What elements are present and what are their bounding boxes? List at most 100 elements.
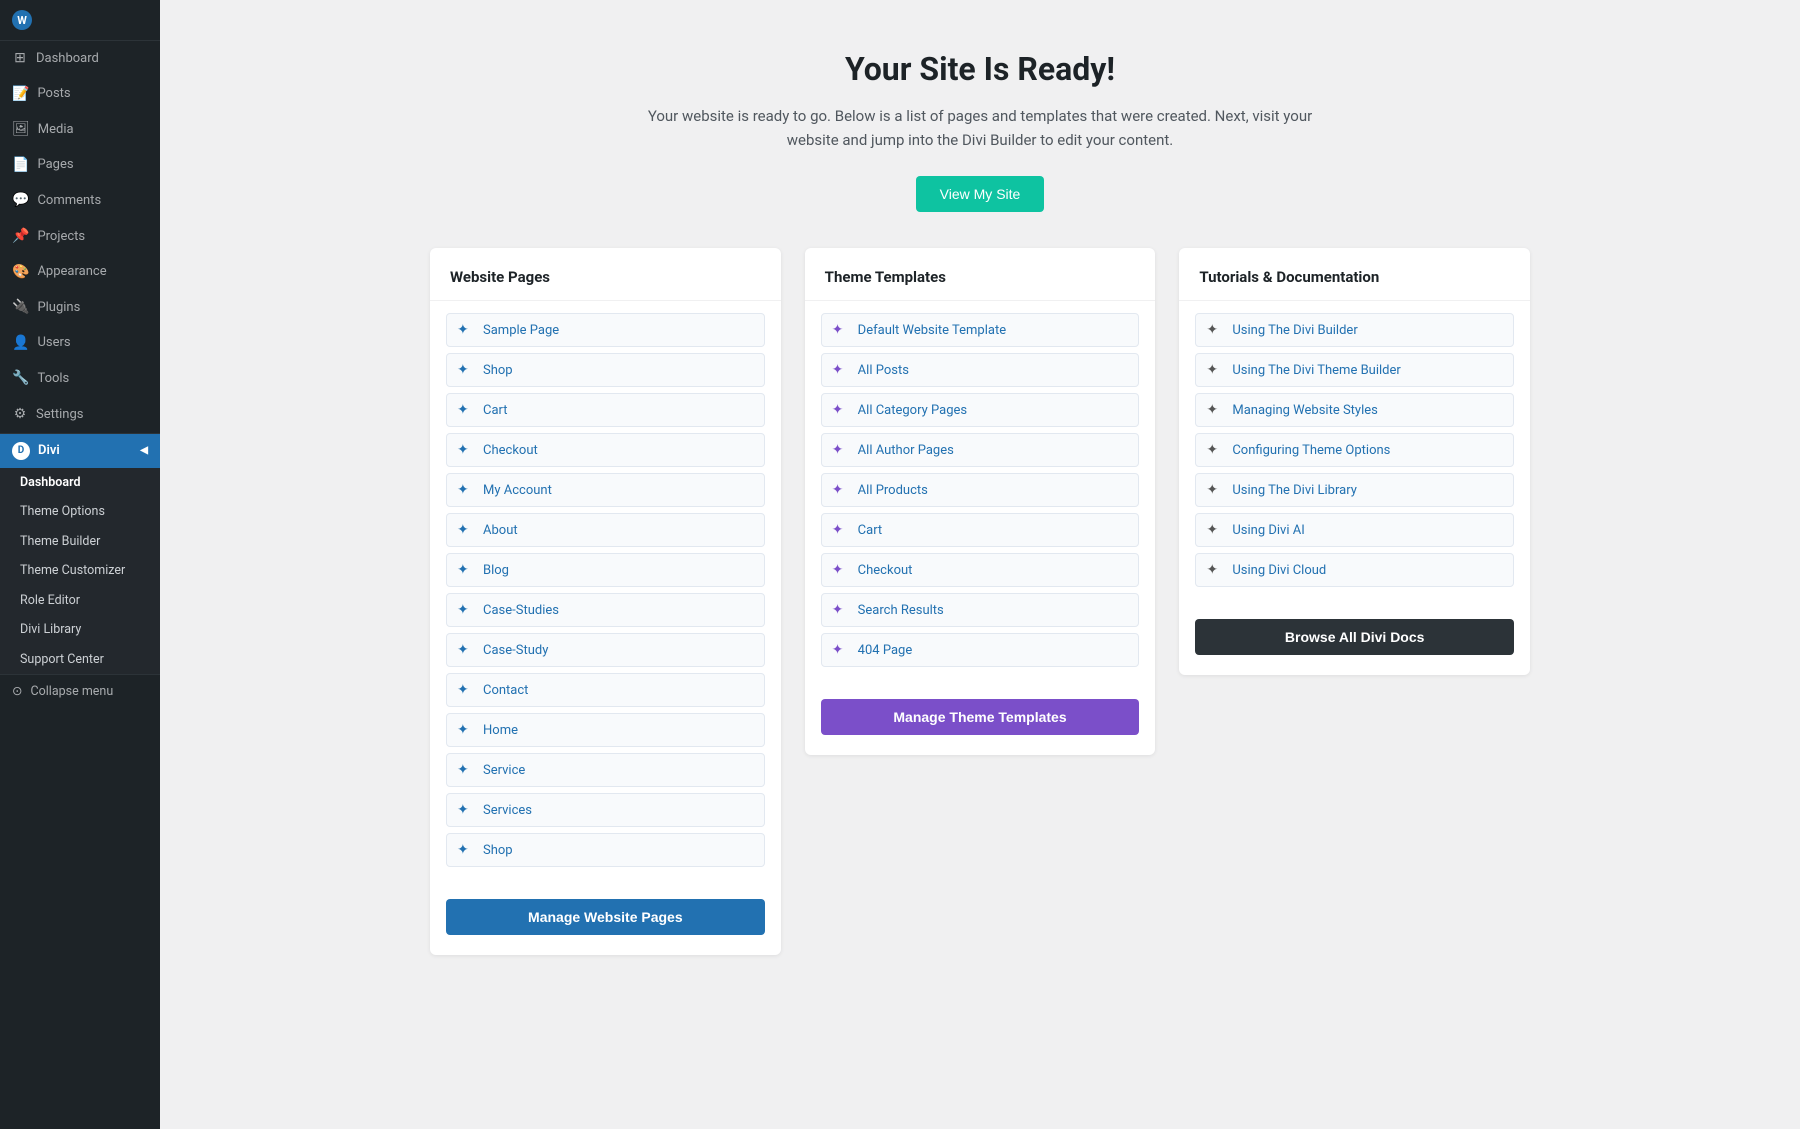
divi-sub-label-theme-customizer: Theme Customizer: [20, 562, 125, 580]
users-icon: 👤: [12, 334, 29, 354]
list-item[interactable]: ✦ Default Website Template: [821, 313, 1140, 347]
column-list-website-pages: ✦Sample Page✦Shop✦Cart✦Checkout✦My Accou…: [430, 301, 781, 885]
list-item-label: All Author Pages: [858, 443, 954, 458]
list-item[interactable]: ✦Sample Page: [446, 313, 765, 347]
sidebar-item-plugins[interactable]: 🔌Plugins: [0, 290, 160, 326]
list-item[interactable]: ✦404 Page: [821, 633, 1140, 667]
manage-btn-theme-templates[interactable]: Manage Theme Templates: [821, 699, 1140, 735]
sidebar-item-comments[interactable]: 💬Comments: [0, 183, 160, 219]
columns-container: Website Pages✦Sample Page✦Shop✦Cart✦Chec…: [430, 248, 1530, 955]
divi-sub-item-divi-library[interactable]: Divi Library: [0, 615, 160, 645]
list-item[interactable]: ✦Cart: [446, 393, 765, 427]
sidebar-logo[interactable]: W: [0, 0, 160, 41]
sidebar-item-appearance[interactable]: 🎨Appearance: [0, 255, 160, 291]
list-item-label: Service: [483, 763, 525, 778]
list-item[interactable]: ✦All Category Pages: [821, 393, 1140, 427]
divi-sub-item-dashboard[interactable]: Dashboard: [0, 468, 160, 498]
sidebar-label-plugins: Plugins: [37, 299, 80, 317]
list-item[interactable]: ✦Using The Divi Builder: [1195, 313, 1514, 347]
list-item[interactable]: ✦Shop: [446, 353, 765, 387]
sidebar-item-users[interactable]: 👤Users: [0, 326, 160, 362]
list-item[interactable]: ✦Home: [446, 713, 765, 747]
list-item-label: Using The Divi Builder: [1232, 323, 1357, 338]
list-item[interactable]: ✦All Products: [821, 473, 1140, 507]
sidebar-nav: ⊞Dashboard📝Posts🖼Media📄Pages💬Comments📌Pr…: [0, 41, 160, 1129]
list-item[interactable]: ✦Using The Divi Theme Builder: [1195, 353, 1514, 387]
list-item[interactable]: ✦Search Results: [821, 593, 1140, 627]
divi-sub-item-role-editor[interactable]: Role Editor: [0, 586, 160, 616]
list-item-icon: ✦: [832, 562, 848, 578]
sidebar-item-media[interactable]: 🖼Media: [0, 112, 160, 148]
column-theme-templates: Theme Templates✦Default Website Template…: [805, 248, 1156, 755]
list-item-icon: ✦: [457, 642, 473, 658]
manage-btn-tutorials-docs[interactable]: Browse All Divi Docs: [1195, 619, 1514, 655]
list-item-icon: ✦: [457, 562, 473, 578]
sidebar-item-posts[interactable]: 📝Posts: [0, 77, 160, 113]
appearance-icon: 🎨: [12, 263, 29, 283]
list-item-icon: ✦: [1206, 402, 1222, 418]
divi-sub-item-theme-options[interactable]: Theme Options: [0, 497, 160, 527]
divi-sub-item-theme-builder[interactable]: Theme Builder: [0, 527, 160, 557]
list-item[interactable]: ✦All Posts: [821, 353, 1140, 387]
list-item[interactable]: ✦Checkout: [821, 553, 1140, 587]
list-item[interactable]: ✦Checkout: [446, 433, 765, 467]
list-item-label: Shop: [483, 363, 513, 378]
list-item-icon: ✦: [457, 722, 473, 738]
list-item-icon: ✦: [832, 522, 848, 538]
list-item[interactable]: ✦ Case-Study: [446, 633, 765, 667]
media-icon: 🖼: [12, 120, 30, 140]
list-item[interactable]: ✦Using The Divi Library: [1195, 473, 1514, 507]
list-item-label: Cart: [858, 523, 883, 538]
collapse-menu-item[interactable]: ⊙ Collapse menu: [0, 674, 160, 707]
list-item[interactable]: ✦Blog: [446, 553, 765, 587]
list-item[interactable]: ✦Case-Studies: [446, 593, 765, 627]
manage-btn-website-pages[interactable]: Manage Website Pages: [446, 899, 765, 935]
view-site-button[interactable]: View My Site: [916, 176, 1045, 212]
collapse-icon: ⊙: [12, 683, 22, 699]
list-item-icon: ✦: [457, 762, 473, 778]
list-item[interactable]: ✦My Account: [446, 473, 765, 507]
list-item[interactable]: ✦Using Divi Cloud: [1195, 553, 1514, 587]
list-item-icon: ✦: [1206, 362, 1222, 378]
list-item-icon: ✦: [457, 482, 473, 498]
list-item[interactable]: ✦All Author Pages: [821, 433, 1140, 467]
list-item[interactable]: ✦Managing Website Styles: [1195, 393, 1514, 427]
list-item-icon: ✦: [457, 322, 473, 338]
divi-sub-label-role-editor: Role Editor: [20, 592, 80, 610]
collapse-label: Collapse menu: [30, 684, 113, 699]
column-header-tutorials-docs: Tutorials & Documentation: [1179, 248, 1530, 301]
column-list-tutorials-docs: ✦Using The Divi Builder✦Using The Divi T…: [1179, 301, 1530, 605]
list-item-icon: ✦: [832, 322, 848, 338]
list-item-icon: ✦: [1206, 562, 1222, 578]
sidebar-item-settings[interactable]: ⚙Settings: [0, 397, 160, 433]
sidebar-label-dashboard: Dashboard: [36, 50, 99, 68]
sidebar-item-projects[interactable]: 📌Projects: [0, 219, 160, 255]
list-item-label: Contact: [483, 683, 528, 698]
page-title: Your Site Is Ready!: [640, 50, 1320, 88]
divi-header[interactable]: D Divi ◀: [0, 434, 160, 468]
list-item-label: Default Website Template: [858, 323, 1006, 338]
divi-sub-label-theme-builder: Theme Builder: [20, 533, 100, 551]
sidebar-item-tools[interactable]: 🔧Tools: [0, 361, 160, 397]
list-item-label: Checkout: [483, 443, 538, 458]
list-item[interactable]: ✦ Cart: [821, 513, 1140, 547]
list-item[interactable]: ✦Shop: [446, 833, 765, 867]
list-item[interactable]: ✦ Service: [446, 753, 765, 787]
list-item[interactable]: ✦Services: [446, 793, 765, 827]
list-item-icon: ✦: [457, 522, 473, 538]
column-website-pages: Website Pages✦Sample Page✦Shop✦Cart✦Chec…: [430, 248, 781, 955]
divi-sub-item-support-center[interactable]: Support Center: [0, 645, 160, 675]
sidebar-label-posts: Posts: [37, 85, 70, 103]
list-item[interactable]: ✦Configuring Theme Options: [1195, 433, 1514, 467]
list-item[interactable]: ✦Using Divi AI: [1195, 513, 1514, 547]
list-item-label: All Products: [858, 483, 928, 498]
list-item[interactable]: ✦About: [446, 513, 765, 547]
divi-sub-item-theme-customizer[interactable]: Theme Customizer: [0, 556, 160, 586]
list-item-icon: ✦: [457, 602, 473, 618]
list-item-label: Services: [483, 803, 532, 818]
main-content: Your Site Is Ready! Your website is read…: [160, 0, 1800, 1129]
sidebar-item-dashboard[interactable]: ⊞Dashboard: [0, 41, 160, 77]
list-item[interactable]: ✦Contact: [446, 673, 765, 707]
sidebar-item-pages[interactable]: 📄Pages: [0, 148, 160, 184]
list-item-label: Case-Study: [483, 643, 548, 658]
